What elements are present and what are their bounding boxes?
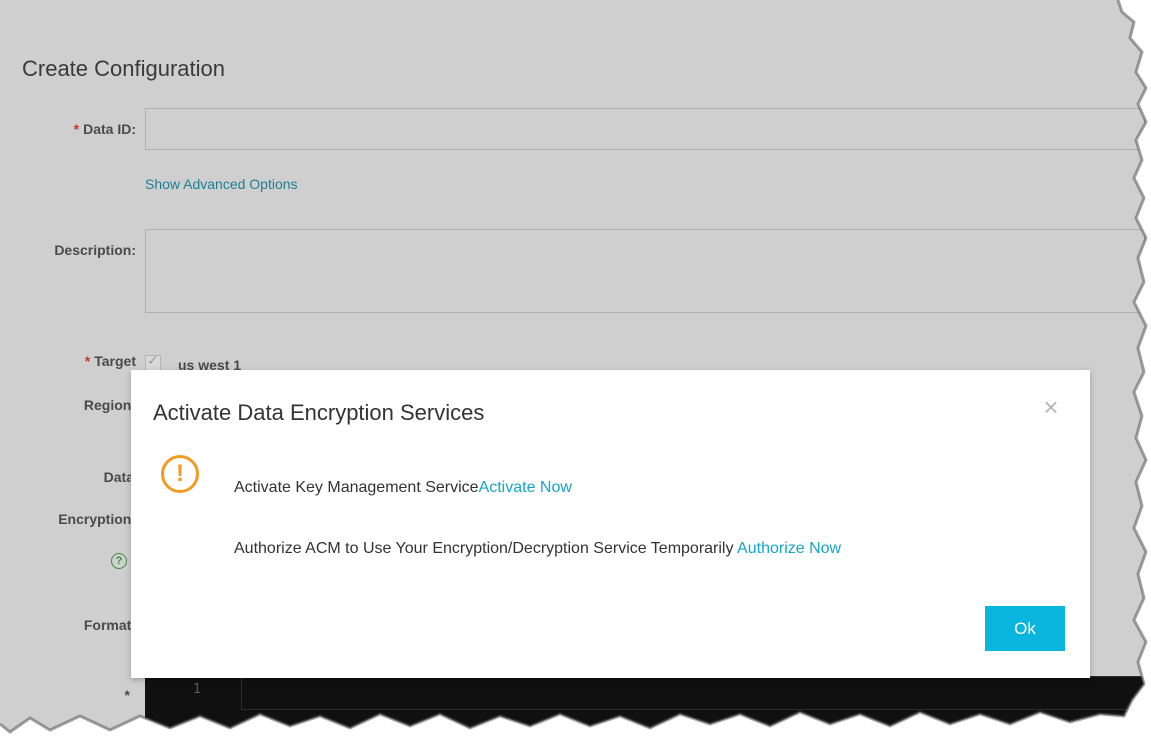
data-id-input[interactable] — [145, 108, 1145, 150]
data-encryption-label-line1: Data — [103, 469, 134, 485]
target-label-text: Target — [94, 353, 136, 369]
close-icon[interactable]: × — [1038, 394, 1064, 420]
editor-current-line[interactable] — [241, 676, 1145, 710]
region-label: Region: — [83, 397, 136, 413]
authorize-acm-text: Authorize ACM to Use Your Encryption/Dec… — [234, 540, 738, 557]
required-mark: * — [84, 353, 91, 369]
show-advanced-options-link[interactable]: Show Advanced Options — [145, 176, 298, 192]
create-configuration-page: Create Configuration * Data ID: Show Adva… — [0, 0, 1146, 748]
configuration-label: Configuration — [22, 732, 114, 748]
activate-kms-text: Activate Key Management Service — [234, 479, 479, 496]
checkmark-icon: ✓ — [147, 352, 159, 368]
data-id-label: * Data ID: — [40, 121, 136, 137]
target-region-label: * Target — [40, 353, 136, 369]
ok-button[interactable]: Ok — [985, 606, 1065, 651]
help-icon[interactable]: ? — [111, 553, 127, 569]
data-id-label-text: Data ID: — [83, 121, 136, 137]
page-title: Create Configuration — [22, 56, 226, 81]
activate-now-link[interactable]: Activate Now — [479, 479, 572, 496]
warning-icon: ! — [161, 455, 199, 493]
activate-kms-message: Activate Key Management ServiceActivate … — [234, 479, 572, 497]
format-label: Format: — [83, 617, 136, 633]
dialog-title: Activate Data Encryption Services — [153, 400, 485, 425]
configuration-code-editor[interactable]: 1 — [145, 676, 1145, 732]
activate-encryption-dialog: Activate Data Encryption Services × ! Ac… — [131, 370, 1090, 678]
configuration-required-mark: * — [124, 687, 130, 703]
description-textarea[interactable] — [145, 229, 1145, 313]
data-encryption-label-line2: Encryption: — [58, 511, 136, 527]
screenshot-canvas: Create Configuration * Data ID: Show Adva… — [0, 0, 1151, 754]
required-mark: * — [73, 121, 80, 137]
authorize-acm-message: Authorize ACM to Use Your Encryption/Dec… — [234, 540, 841, 558]
editor-line-number: 1 — [193, 682, 201, 697]
authorize-now-link[interactable]: Authorize Now — [737, 540, 841, 557]
region-checkbox[interactable]: ✓ — [145, 352, 161, 371]
description-label: Description: — [54, 242, 136, 258]
